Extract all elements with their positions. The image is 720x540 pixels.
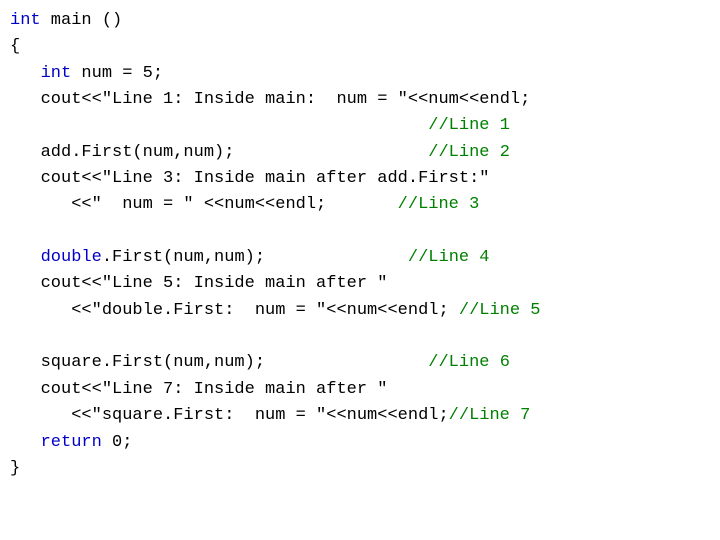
code-indent (10, 433, 41, 452)
code-text: num = 5; (71, 64, 163, 83)
code-text: cout<<"Line 3: Inside main after add.Fir… (10, 169, 489, 188)
keyword-double: double (41, 248, 102, 267)
code-text: cout<<"Line 7: Inside main after " (10, 380, 387, 399)
code-text: square.First(num,num); (10, 353, 428, 372)
code-text: <<"square.First: num = "<<num<<endl; (10, 406, 449, 425)
code-text: num = "<<num<<endl; (316, 90, 530, 109)
code-indent (10, 64, 41, 83)
comment: //Line 3 (398, 195, 480, 214)
code-text: { (10, 37, 20, 56)
comment: //Line 1 (428, 116, 510, 135)
code-text: <<"double.First: num = "<<num<<endl; (10, 301, 459, 320)
code-block: int main () { int num = 5; cout<<"Line 1… (10, 8, 710, 482)
code-text: main () (41, 11, 123, 30)
keyword-return: return (41, 433, 102, 452)
comment: //Line 5 (459, 301, 541, 320)
code-indent (10, 116, 428, 135)
code-text: cout<<"Line 1: Inside main: (10, 90, 316, 109)
comment: //Line 6 (428, 353, 510, 372)
code-text: cout<<"Line 5: Inside main after " (10, 274, 387, 293)
keyword-int: int (41, 64, 72, 83)
code-text: .First(num,num); (102, 248, 408, 267)
code-indent (10, 248, 41, 267)
code-text: add.First(num,num); (10, 143, 428, 162)
code-text: } (10, 459, 20, 478)
comment: //Line 7 (449, 406, 531, 425)
keyword-int: int (10, 11, 41, 30)
comment: //Line 2 (428, 143, 510, 162)
comment: //Line 4 (408, 248, 490, 267)
code-text: <<" num = " <<num<<endl; (10, 195, 398, 214)
code-text: 0; (102, 433, 133, 452)
